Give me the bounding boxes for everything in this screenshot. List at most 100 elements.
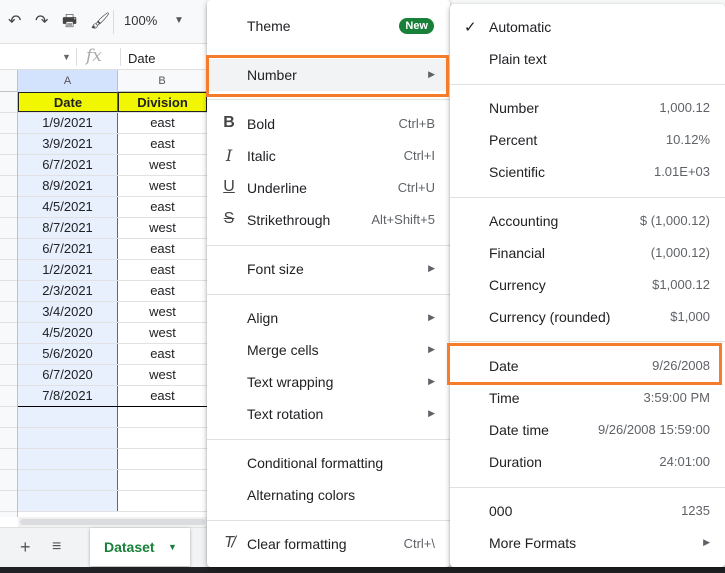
add-sheet-icon[interactable]: + — [20, 537, 31, 558]
division-cell[interactable]: west — [118, 365, 207, 385]
paint-format-icon[interactable]: 🖌 — [90, 14, 110, 30]
redo-icon[interactable]: ↷ — [35, 14, 48, 30]
header-cell-division[interactable]: Division — [118, 92, 207, 112]
date-cell[interactable]: 6/7/2021 — [18, 155, 118, 175]
division-cell[interactable]: west — [118, 155, 207, 175]
caret-down-icon[interactable]: ▼ — [168, 542, 177, 552]
empty-cell[interactable] — [118, 428, 207, 448]
row-header[interactable] — [0, 407, 17, 428]
date-cell[interactable]: 7/8/2021 — [18, 386, 118, 406]
row-header[interactable] — [0, 134, 17, 155]
menu-item-merge-cells[interactable]: Merge cells ▶ — [207, 334, 450, 366]
row-header[interactable] — [0, 491, 17, 512]
format-more-formats[interactable]: More Formats ▶ — [450, 527, 725, 559]
format-plain-text[interactable]: Plain text — [450, 43, 725, 75]
empty-cell[interactable] — [18, 470, 118, 490]
header-cell-date[interactable]: Date — [18, 92, 118, 112]
row-header[interactable] — [0, 302, 17, 323]
name-box-caret-icon[interactable]: ▼ — [62, 52, 71, 62]
format-custom-000[interactable]: 000 1235 — [450, 495, 725, 527]
row-header[interactable] — [0, 239, 17, 260]
undo-icon[interactable]: ↶ — [8, 14, 21, 30]
empty-cell[interactable] — [118, 491, 207, 511]
all-sheets-icon[interactable]: ≡ — [52, 538, 61, 556]
division-cell[interactable]: west — [118, 323, 207, 343]
empty-cell[interactable] — [18, 407, 118, 427]
menu-item-conditional-formatting[interactable]: Conditional formatting — [207, 447, 450, 479]
menu-item-italic[interactable]: I Italic Ctrl+I — [207, 140, 450, 172]
row-header[interactable] — [0, 260, 17, 281]
date-cell[interactable]: 1/2/2021 — [18, 260, 118, 280]
date-cell[interactable]: 3/9/2021 — [18, 134, 118, 154]
print-icon[interactable]: 🖶 — [62, 14, 77, 30]
date-cell[interactable]: 8/9/2021 — [18, 176, 118, 196]
division-cell[interactable]: west — [118, 218, 207, 238]
empty-cell[interactable] — [18, 449, 118, 469]
date-cell[interactable]: 1/9/2021 — [18, 113, 118, 133]
scrollbar-thumb[interactable] — [20, 519, 205, 525]
date-cell[interactable]: 6/7/2020 — [18, 365, 118, 385]
format-date-time[interactable]: Date time 9/26/2008 15:59:00 — [450, 414, 725, 446]
date-cell[interactable]: 5/6/2020 — [18, 344, 118, 364]
division-cell[interactable]: east — [118, 344, 207, 364]
division-cell[interactable]: east — [118, 134, 207, 154]
date-cell[interactable]: 6/7/2021 — [18, 239, 118, 259]
date-cell[interactable]: 4/5/2020 — [18, 323, 118, 343]
date-cell[interactable]: 2/3/2021 — [18, 281, 118, 301]
format-financial[interactable]: Financial (1,000.12) — [450, 237, 725, 269]
column-header-b[interactable]: B — [118, 70, 207, 92]
empty-cell[interactable] — [118, 407, 207, 427]
menu-item-text-rotation[interactable]: Text rotation ▶ — [207, 398, 450, 430]
column-header-a[interactable]: A — [18, 70, 118, 92]
date-cell[interactable]: 8/7/2021 — [18, 218, 118, 238]
horizontal-scrollbar[interactable] — [18, 517, 207, 527]
row-header[interactable] — [0, 155, 17, 176]
row-header[interactable] — [0, 176, 17, 197]
division-cell[interactable]: east — [118, 386, 207, 406]
row-header[interactable] — [0, 386, 17, 407]
menu-item-theme[interactable]: Theme New — [207, 10, 450, 42]
format-duration[interactable]: Duration 24:01:00 — [450, 446, 725, 478]
select-all-corner[interactable] — [0, 70, 18, 92]
empty-cell[interactable] — [118, 449, 207, 469]
row-header[interactable] — [0, 113, 17, 134]
row-header[interactable] — [0, 344, 17, 365]
row-header[interactable] — [0, 218, 17, 239]
formula-input[interactable]: Date — [128, 51, 155, 66]
format-currency[interactable]: Currency $1,000.12 — [450, 269, 725, 301]
empty-cell[interactable] — [118, 470, 207, 490]
sheet-tab-dataset[interactable]: Dataset ▼ — [90, 528, 190, 566]
menu-item-underline[interactable]: U Underline Ctrl+U — [207, 172, 450, 204]
division-cell[interactable]: east — [118, 113, 207, 133]
menu-item-strikethrough[interactable]: S Strikethrough Alt+Shift+5 — [207, 204, 450, 236]
menu-item-clear-formatting[interactable]: T̸ Clear formatting Ctrl+\ — [207, 528, 450, 560]
row-header[interactable] — [0, 281, 17, 302]
zoom-select[interactable]: 100% — [124, 13, 157, 28]
empty-cell[interactable] — [18, 428, 118, 448]
format-percent[interactable]: Percent 10.12% — [450, 124, 725, 156]
date-cell[interactable]: 4/5/2021 — [18, 197, 118, 217]
division-cell[interactable]: west — [118, 176, 207, 196]
format-automatic[interactable]: ✓ Automatic — [450, 11, 725, 43]
empty-cell[interactable] — [18, 491, 118, 511]
date-cell[interactable]: 3/4/2020 — [18, 302, 118, 322]
format-number[interactable]: Number 1,000.12 — [450, 92, 725, 124]
format-accounting[interactable]: Accounting $ (1,000.12) — [450, 205, 725, 237]
format-time[interactable]: Time 3:59:00 PM — [450, 382, 725, 414]
division-cell[interactable]: east — [118, 239, 207, 259]
row-header[interactable] — [0, 197, 17, 218]
menu-item-font-size[interactable]: Font size ▶ — [207, 253, 450, 285]
row-header[interactable] — [0, 470, 17, 491]
menu-item-alternating-colors[interactable]: Alternating colors — [207, 479, 450, 511]
row-header[interactable] — [0, 449, 17, 470]
division-cell[interactable]: east — [118, 281, 207, 301]
division-cell[interactable]: east — [118, 260, 207, 280]
row-header[interactable] — [0, 92, 17, 113]
menu-item-text-wrapping[interactable]: Text wrapping ▶ — [207, 366, 450, 398]
row-header[interactable] — [0, 323, 17, 344]
menu-item-bold[interactable]: B Bold Ctrl+B — [207, 108, 450, 140]
row-header[interactable] — [0, 428, 17, 449]
format-scientific[interactable]: Scientific 1.01E+03 — [450, 156, 725, 188]
row-header[interactable] — [0, 365, 17, 386]
format-currency-rounded[interactable]: Currency (rounded) $1,000 — [450, 301, 725, 333]
